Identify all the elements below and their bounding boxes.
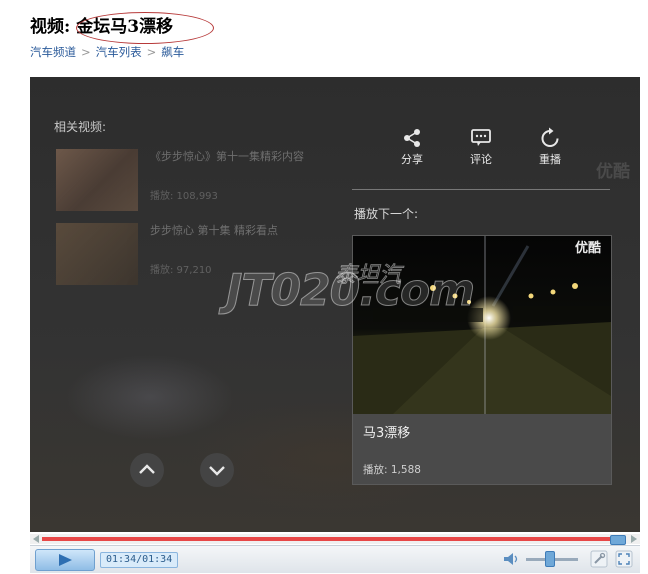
replay-icon [541, 127, 559, 147]
comment-button[interactable]: 评论 [461, 127, 501, 167]
youku-logo: 优酷 [596, 162, 630, 182]
next-video-title: 马3漂移 [363, 426, 411, 441]
breadcrumb-auto-list[interactable]: 汽车列表 [96, 45, 142, 59]
related-video-title: 步步惊心 第十集 精彩看点 [150, 224, 278, 237]
seek-forward-icon [631, 535, 637, 543]
breadcrumb: 汽车频道 > 汽车列表 > 飙车 [30, 44, 184, 60]
page-title-prefix: 视频: [30, 17, 71, 37]
seek-bar[interactable] [30, 534, 640, 545]
related-video-thumbnail [56, 149, 138, 211]
seek-progress [42, 537, 626, 541]
volume-knob[interactable] [545, 551, 555, 567]
comment-icon [471, 129, 491, 146]
share-label: 分享 [401, 153, 423, 166]
divider [352, 189, 610, 190]
related-video-plays: 播放: 97,210 [150, 265, 212, 276]
play-button[interactable] [35, 549, 95, 571]
seek-back-icon [33, 535, 39, 543]
control-bar: 01:34/01:34 [30, 545, 640, 573]
breadcrumb-racing[interactable]: 飙车 [161, 45, 184, 59]
related-video-item[interactable]: 《步步惊心》第十一集精彩内容 播放: 108,993 [56, 149, 346, 211]
chevron-up-icon [139, 464, 155, 474]
related-video-thumbnail [56, 223, 138, 285]
next-video-logo: 优酷 [575, 240, 601, 256]
next-video-plays: 播放: 1,588 [363, 464, 421, 476]
time-display: 01:34/01:34 [100, 552, 179, 568]
share-button[interactable]: 分享 [392, 127, 432, 167]
fullscreen-icon[interactable] [615, 550, 633, 568]
related-video-title: 《步步惊心》第十一集精彩内容 [150, 150, 304, 163]
related-videos-label: 相关视频: [54, 120, 107, 134]
breadcrumb-separator: > [81, 45, 91, 59]
site-watermark-cn: 泰坦汽 [335, 263, 402, 289]
scroll-down-button[interactable] [200, 453, 234, 487]
video-player[interactable]: 相关视频: 《步步惊心》第十一集精彩内容 播放: 108,993 步步惊心 第十… [30, 77, 640, 532]
breadcrumb-auto-channel[interactable]: 汽车频道 [30, 45, 76, 59]
highlight-oval [76, 12, 214, 44]
scroll-up-button[interactable] [130, 453, 164, 487]
wrench-icon[interactable] [590, 550, 608, 568]
comment-label: 评论 [470, 153, 492, 166]
share-icon [404, 129, 420, 147]
play-icon [59, 554, 72, 566]
next-video-label: 播放下一个: [354, 207, 419, 221]
breadcrumb-separator: > [146, 45, 157, 59]
next-video-info: 马3漂移 播放: 1,588 [353, 414, 611, 484]
chevron-down-icon [209, 466, 225, 476]
replay-button[interactable]: 重播 [530, 127, 570, 167]
related-video-plays: 播放: 108,993 [150, 191, 218, 202]
volume-icon[interactable] [503, 552, 521, 566]
seek-handle[interactable] [610, 535, 626, 545]
replay-label: 重播 [539, 153, 561, 166]
